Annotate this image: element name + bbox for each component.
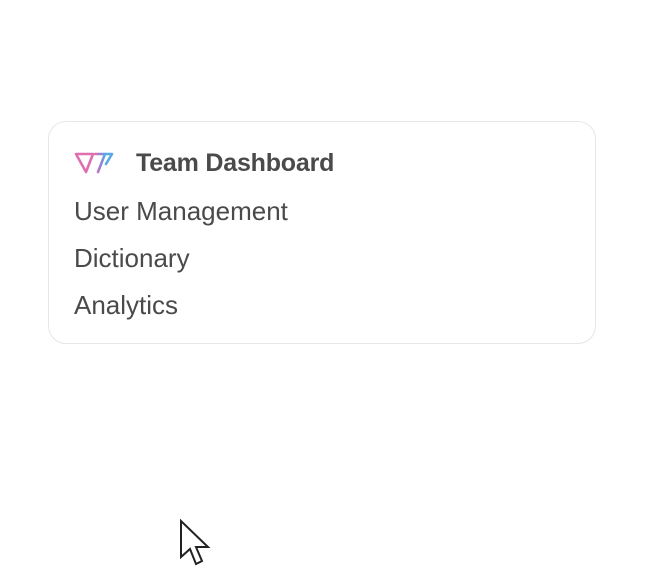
- menu-item-user-management[interactable]: User Management: [74, 196, 288, 226]
- brand-logo-icon: [74, 152, 114, 174]
- menu-header-title: Team Dashboard: [136, 149, 335, 177]
- menu-header[interactable]: Team Dashboard: [74, 150, 334, 176]
- navigation-menu: Team Dashboard User Management Dictionar…: [48, 121, 596, 344]
- menu-item-analytics[interactable]: Analytics: [74, 290, 178, 320]
- menu-item-dictionary[interactable]: Dictionary: [74, 243, 190, 273]
- mouse-pointer-icon: [180, 519, 211, 566]
